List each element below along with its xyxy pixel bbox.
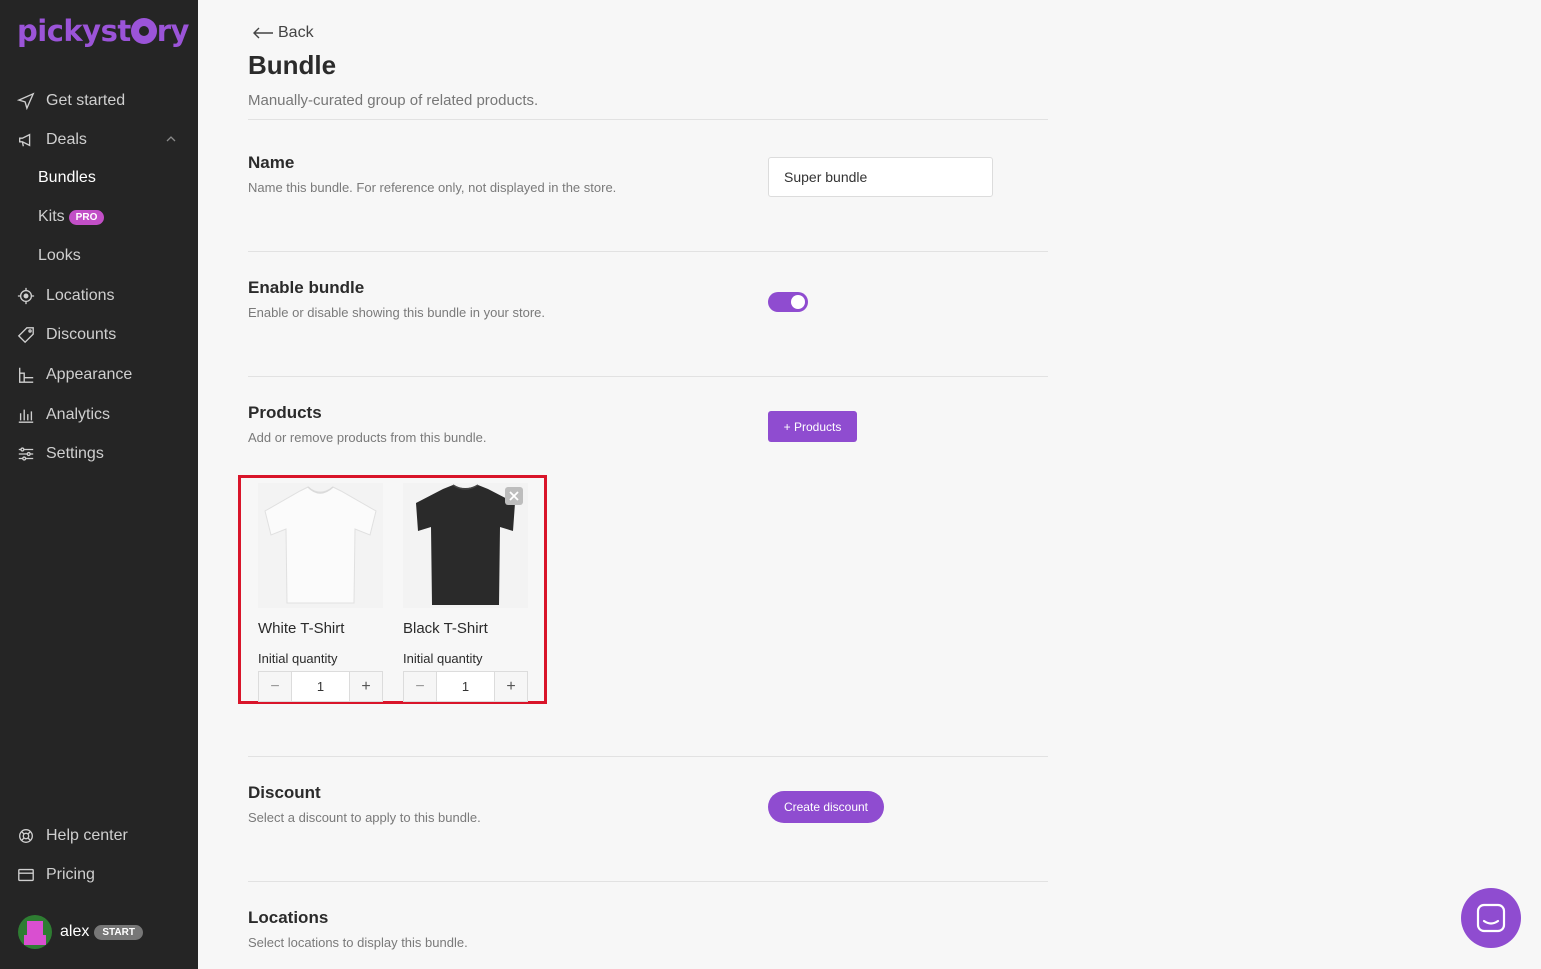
quantity-stepper: − 1 + [403,671,528,702]
sidebar-item-pricing[interactable]: Pricing [16,863,95,887]
sliders-icon [16,444,36,464]
name-section-desc: Name this bundle. For reference only, no… [248,180,617,195]
sidebar-item-label: Locations [46,287,115,304]
name-section-title: Name [248,153,295,172]
sidebar-item-label: Deals [46,131,87,148]
sidebar-item-get-started[interactable]: Get started [16,89,125,113]
toggle-knob [791,295,805,309]
arrow-left-icon [253,27,273,39]
chat-launcher-button[interactable] [1461,888,1521,948]
sidebar-item-looks[interactable]: Looks [38,247,81,265]
discount-section-title: Discount [248,783,321,802]
decrement-button[interactable]: − [404,672,436,701]
user-name: alex [60,923,90,940]
page-subtitle: Manually-curated group of related produc… [248,92,539,109]
logo-text-end: ry [156,14,190,48]
product-image [258,483,383,608]
page-title: Bundle [248,50,337,80]
product-card: White T-Shirt Initial quantity − 1 + [258,483,383,702]
sidebar-item-label: Appearance [46,366,133,383]
sidebar-item-analytics[interactable]: Analytics [16,403,110,427]
layout-icon [16,365,36,385]
divider [248,251,1048,252]
bundle-name-input[interactable] [768,157,993,197]
sidebar-item-label: Get started [46,92,126,109]
pro-badge: PRO [68,209,105,225]
create-discount-button[interactable]: Create discount [768,791,884,823]
sidebar-item-label: Analytics [46,406,111,423]
sidebar-item-label: Bundles [38,169,96,186]
enable-section-desc: Enable or disable showing this bundle in… [248,305,546,320]
product-name: White T-Shirt [258,620,345,637]
sidebar-item-label: Looks [38,247,81,264]
user-profile[interactable]: alex START [18,915,143,949]
enable-section-title: Enable bundle [248,278,365,297]
sidebar-item-appearance[interactable]: Appearance [16,363,132,387]
add-products-button[interactable]: + Products [768,411,857,442]
quantity-stepper: − 1 + [258,671,383,702]
products-section-desc: Add or remove products from this bundle. [248,430,487,445]
locations-section-desc: Select locations to display this bundle. [248,935,468,950]
sidebar-item-help-center[interactable]: Help center [16,824,128,848]
quantity-label: Initial quantity [258,651,338,666]
sidebar-item-label: Pricing [46,866,95,883]
sidebar-item-label: Discounts [46,326,117,343]
locations-section-title: Locations [248,908,329,927]
divider [248,881,1048,882]
sidebar-item-discounts[interactable]: Discounts [16,323,116,347]
discount-section-desc: Select a discount to apply to this bundl… [248,810,481,825]
logo-text: pickyst [17,14,131,48]
quantity-value[interactable]: 1 [291,672,350,701]
avatar [18,915,52,949]
remove-product-button[interactable] [505,487,523,505]
sidebar-item-settings[interactable]: Settings [16,442,104,466]
bar-chart-icon [16,405,36,425]
sidebar-item-label: Help center [46,827,128,844]
product-name: Black T-Shirt [403,620,488,637]
sidebar-item-deals[interactable]: Deals [16,128,87,152]
increment-button[interactable]: + [350,672,382,701]
megaphone-icon [16,130,36,150]
target-icon [16,286,36,306]
tshirt-white-icon [258,483,383,608]
tag-icon [16,325,36,345]
increment-button[interactable]: + [495,672,527,701]
chat-icon [1476,903,1506,933]
sidebar-item-kits[interactable]: Kits PRO [38,208,105,226]
divider [248,119,1048,120]
back-label: Back [278,24,314,41]
products-list: White T-Shirt Initial quantity − 1 + Bla… [238,475,547,704]
navigation-arrow-icon [16,91,36,111]
quantity-label: Initial quantity [403,651,483,666]
close-icon [509,491,519,501]
chevron-up-icon[interactable] [166,134,176,144]
sidebar-item-locations[interactable]: Locations [16,284,115,308]
sidebar: pickyst ry Get started Deals Bundles Kits… [0,0,198,969]
sidebar-item-bundles[interactable]: Bundles [38,169,96,187]
product-card: Black T-Shirt Initial quantity − 1 + [403,483,528,702]
divider [248,756,1048,757]
products-section-title: Products [248,403,322,422]
quantity-value[interactable]: 1 [436,672,495,701]
sidebar-item-label: Kits [38,208,65,225]
logo-o-icon [130,18,157,44]
pickystory-logo[interactable]: pickyst ry [17,14,189,48]
enable-bundle-toggle[interactable] [768,292,808,312]
credit-card-icon [16,865,36,885]
sidebar-item-label: Settings [46,445,104,462]
divider [248,376,1048,377]
plan-badge: START [94,924,143,940]
back-link[interactable]: Back [252,24,314,42]
decrement-button[interactable]: − [259,672,291,701]
lifebuoy-icon [16,826,36,846]
